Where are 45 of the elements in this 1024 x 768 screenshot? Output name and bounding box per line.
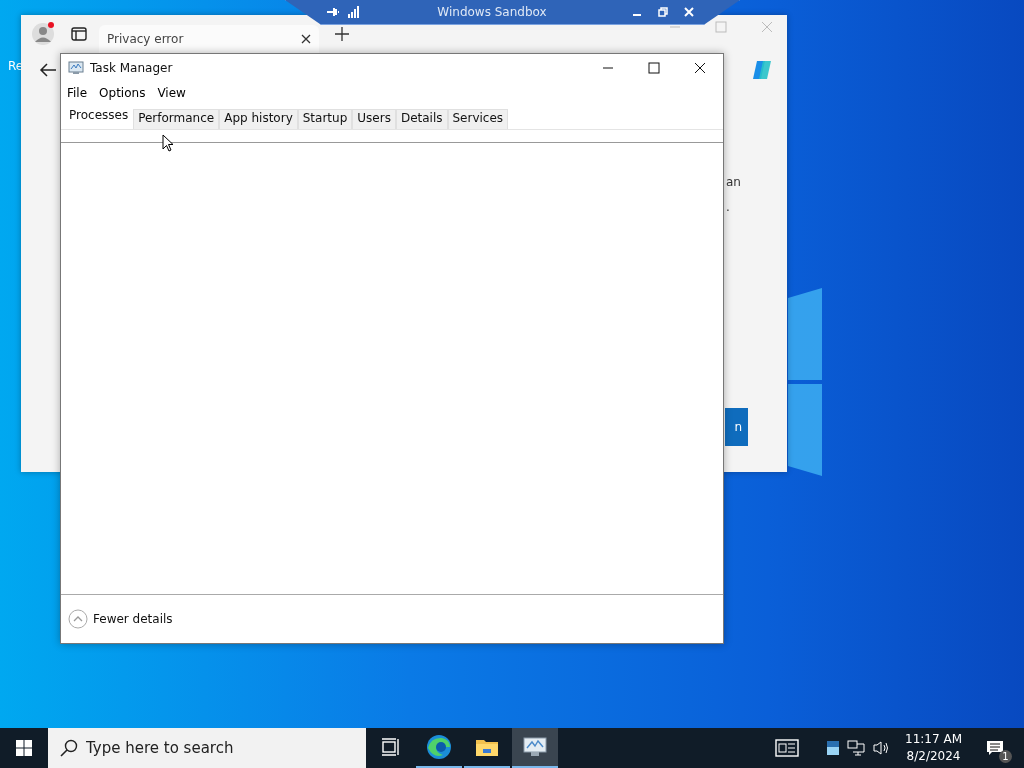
tab-actions-icon[interactable] (71, 26, 87, 42)
network-icon[interactable] (847, 740, 866, 756)
task-view-icon (381, 737, 401, 757)
search-field[interactable]: Type here to search (48, 728, 366, 768)
notification-icon (986, 740, 1004, 756)
copilot-icon[interactable] (751, 59, 773, 81)
clock-time[interactable]: 11:17 AM (905, 731, 962, 748)
tab-title: Privacy error (107, 32, 184, 46)
tab[interactable]: App history (219, 109, 298, 129)
tab[interactable]: Details (395, 109, 448, 129)
menu-item[interactable]: Options (99, 86, 146, 100)
pin-icon[interactable] (326, 6, 340, 18)
mouse-cursor-icon (162, 134, 174, 152)
tab[interactable]: Services (447, 109, 509, 129)
browser-icon (426, 734, 452, 760)
browser-tab[interactable]: Privacy error (99, 25, 319, 53)
menu-item[interactable]: View (157, 86, 186, 100)
sandbox-title: Windows Sandbox (436, 5, 548, 19)
tab[interactable]: Startup (297, 109, 353, 129)
page-button[interactable]: n (725, 408, 748, 446)
back-arrow-icon[interactable] (39, 62, 57, 78)
window-title: Task Manager (90, 61, 173, 75)
close-icon[interactable] (301, 34, 311, 44)
windows-icon (16, 740, 32, 756)
fewer-details-link[interactable]: Fewer details (93, 612, 173, 626)
page-text: . (726, 200, 730, 214)
close-icon[interactable] (694, 62, 706, 74)
tab[interactable]: Performance (133, 109, 220, 129)
menu-item[interactable]: File (67, 86, 88, 100)
monitor-icon (523, 736, 547, 758)
folder-icon (475, 737, 499, 757)
tab[interactable]: Users (352, 109, 396, 129)
notification-badge: 1 (999, 750, 1012, 763)
news-icon[interactable] (775, 739, 800, 757)
profile-icon[interactable] (31, 22, 55, 46)
page-text: an (726, 175, 741, 189)
signal-icon (348, 6, 360, 18)
maximize-icon[interactable] (648, 62, 660, 74)
storage-icon[interactable] (827, 741, 840, 755)
clock-date[interactable]: 8/2/2024 (906, 748, 961, 765)
taskbar-app-button[interactable] (512, 728, 558, 768)
task-manager-icon (68, 60, 84, 76)
notification-button[interactable]: 1 (980, 733, 1010, 763)
restore-icon[interactable] (658, 7, 668, 17)
new-tab-icon[interactable] (335, 27, 349, 41)
